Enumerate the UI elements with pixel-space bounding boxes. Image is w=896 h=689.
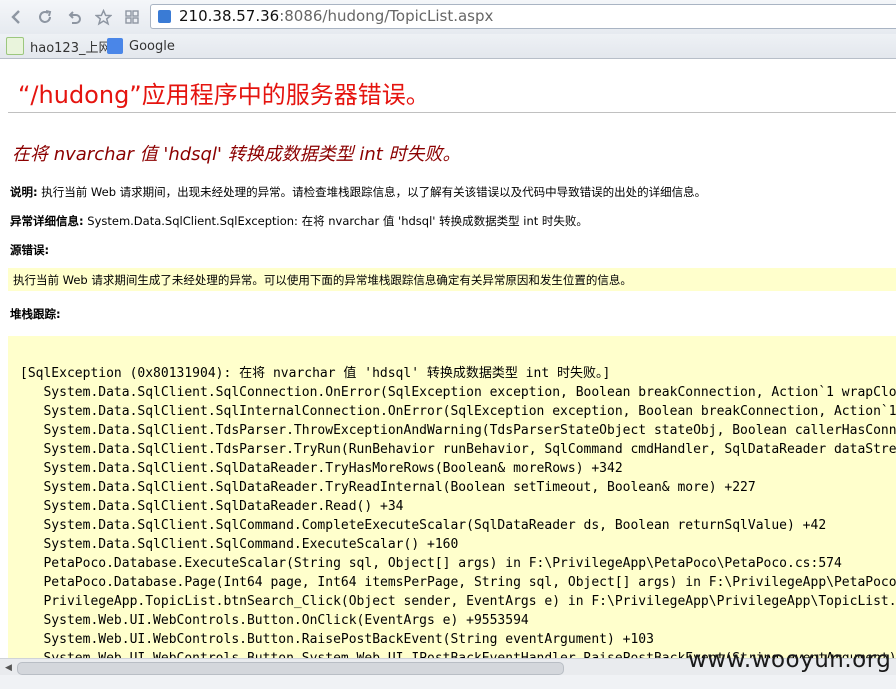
stack-trace-line-3: System.Data.SqlClient.TdsParser.ThrowExc… — [43, 423, 896, 438]
stack-trace-line-4: System.Data.SqlClient.TdsParser.TryRun(R… — [43, 442, 896, 457]
stack-trace-line: 堆栈跟踪: — [10, 306, 61, 322]
stack-trace-line-8: System.Data.SqlClient.SqlCommand.Complet… — [43, 518, 827, 533]
description-label: 说明: — [10, 185, 38, 199]
stack-trace-line-11: PetaPoco.Database.Page(Int64 page, Int64… — [43, 575, 896, 590]
stack-trace-line-10: PetaPoco.Database.ExecuteScalar(String s… — [43, 556, 842, 571]
stack-trace-line-5: System.Data.SqlClient.SqlDataReader.TryH… — [43, 461, 623, 476]
source-error-text: 执行当前 Web 请求期间生成了未经处理的异常。可以使用下面的异常堆栈跟踪信息确… — [13, 273, 632, 287]
exception-label: 异常详细信息: — [10, 214, 84, 228]
page-content: “/hudong”应用程序中的服务器错误。 在将 nvarchar 值 'hds… — [0, 59, 896, 658]
page-icon — [158, 10, 171, 23]
stack-trace-line-1: System.Data.SqlClient.SqlConnection.OnEr… — [43, 385, 896, 400]
reload-icon[interactable] — [34, 6, 56, 28]
description-line: 说明: 执行当前 Web 请求期间，出现未经处理的异常。请检查堆栈跟踪信息，以了… — [10, 184, 706, 200]
bookmark-label: Google — [129, 38, 175, 54]
grid-icon[interactable] — [121, 6, 143, 28]
watermark: www.wooyun.org — [688, 647, 892, 673]
error-subtitle: 在将 nvarchar 值 'hdsql' 转换成数据类型 int 时失败。 — [12, 144, 461, 165]
bookmark-google[interactable]: Google — [107, 37, 175, 55]
stack-trace-line-14: System.Web.UI.WebControls.Button.RaisePo… — [43, 632, 654, 647]
bookmark-hao123[interactable]: hao123_上网 — [6, 37, 112, 56]
source-error-line: 源错误: — [10, 242, 49, 258]
stack-trace-line-9: System.Data.SqlClient.SqlCommand.Execute… — [43, 537, 459, 552]
stack-trace-line-12: PrivilegeApp.TopicList.btnSearch_Click(O… — [43, 594, 896, 609]
hao123-icon — [6, 37, 24, 55]
bookmarks-bar: hao123_上网 Google — [0, 34, 896, 59]
stack-trace-line-6: System.Data.SqlClient.SqlDataReader.TryR… — [43, 480, 756, 495]
browser-toolbar: 210.38.57.36:8086/hudong/TopicList.aspx — [0, 0, 896, 34]
exception-line: 异常详细信息: System.Data.SqlClient.SqlExcepti… — [10, 213, 588, 229]
address-bar[interactable]: 210.38.57.36:8086/hudong/TopicList.aspx — [150, 4, 896, 29]
bookmark-label: hao123_上网 — [30, 40, 112, 56]
stack-trace-box: [SqlException (0x80131904): 在将 nvarchar … — [8, 336, 896, 658]
stack-trace-line-2: System.Data.SqlClient.SqlInternalConnect… — [43, 404, 896, 419]
stack-trace-line-7: System.Data.SqlClient.SqlDataReader.Read… — [43, 499, 404, 514]
stack-trace-label: 堆栈跟踪: — [10, 307, 61, 321]
error-title: “/hudong”应用程序中的服务器错误。 — [18, 81, 430, 109]
stack-trace-code: [SqlException (0x80131904): 在将 nvarchar … — [20, 364, 896, 658]
stack-trace-line-13: System.Web.UI.WebControls.Button.OnClick… — [43, 613, 529, 628]
description-text: 执行当前 Web 请求期间，出现未经处理的异常。请检查堆栈跟踪信息，以了解有关该… — [37, 185, 707, 199]
google-icon — [107, 38, 123, 54]
divider — [8, 112, 896, 113]
scroll-left-icon[interactable]: ◀ — [0, 659, 17, 676]
stack-trace-line-0: [SqlException (0x80131904): 在将 nvarchar … — [20, 366, 611, 381]
exception-text: System.Data.SqlClient.SqlException: 在将 n… — [83, 214, 588, 228]
url-text: 210.38.57.36:8086/hudong/TopicList.aspx — [179, 7, 494, 25]
source-error-label: 源错误: — [10, 243, 50, 257]
star-icon[interactable] — [92, 6, 114, 28]
back-icon[interactable] — [6, 6, 28, 28]
undo-icon[interactable] — [63, 6, 85, 28]
status-bar — [0, 675, 896, 689]
source-error-box: 执行当前 Web 请求期间生成了未经处理的异常。可以使用下面的异常堆栈跟踪信息确… — [8, 268, 896, 291]
scrollbar-thumb[interactable] — [17, 662, 564, 675]
